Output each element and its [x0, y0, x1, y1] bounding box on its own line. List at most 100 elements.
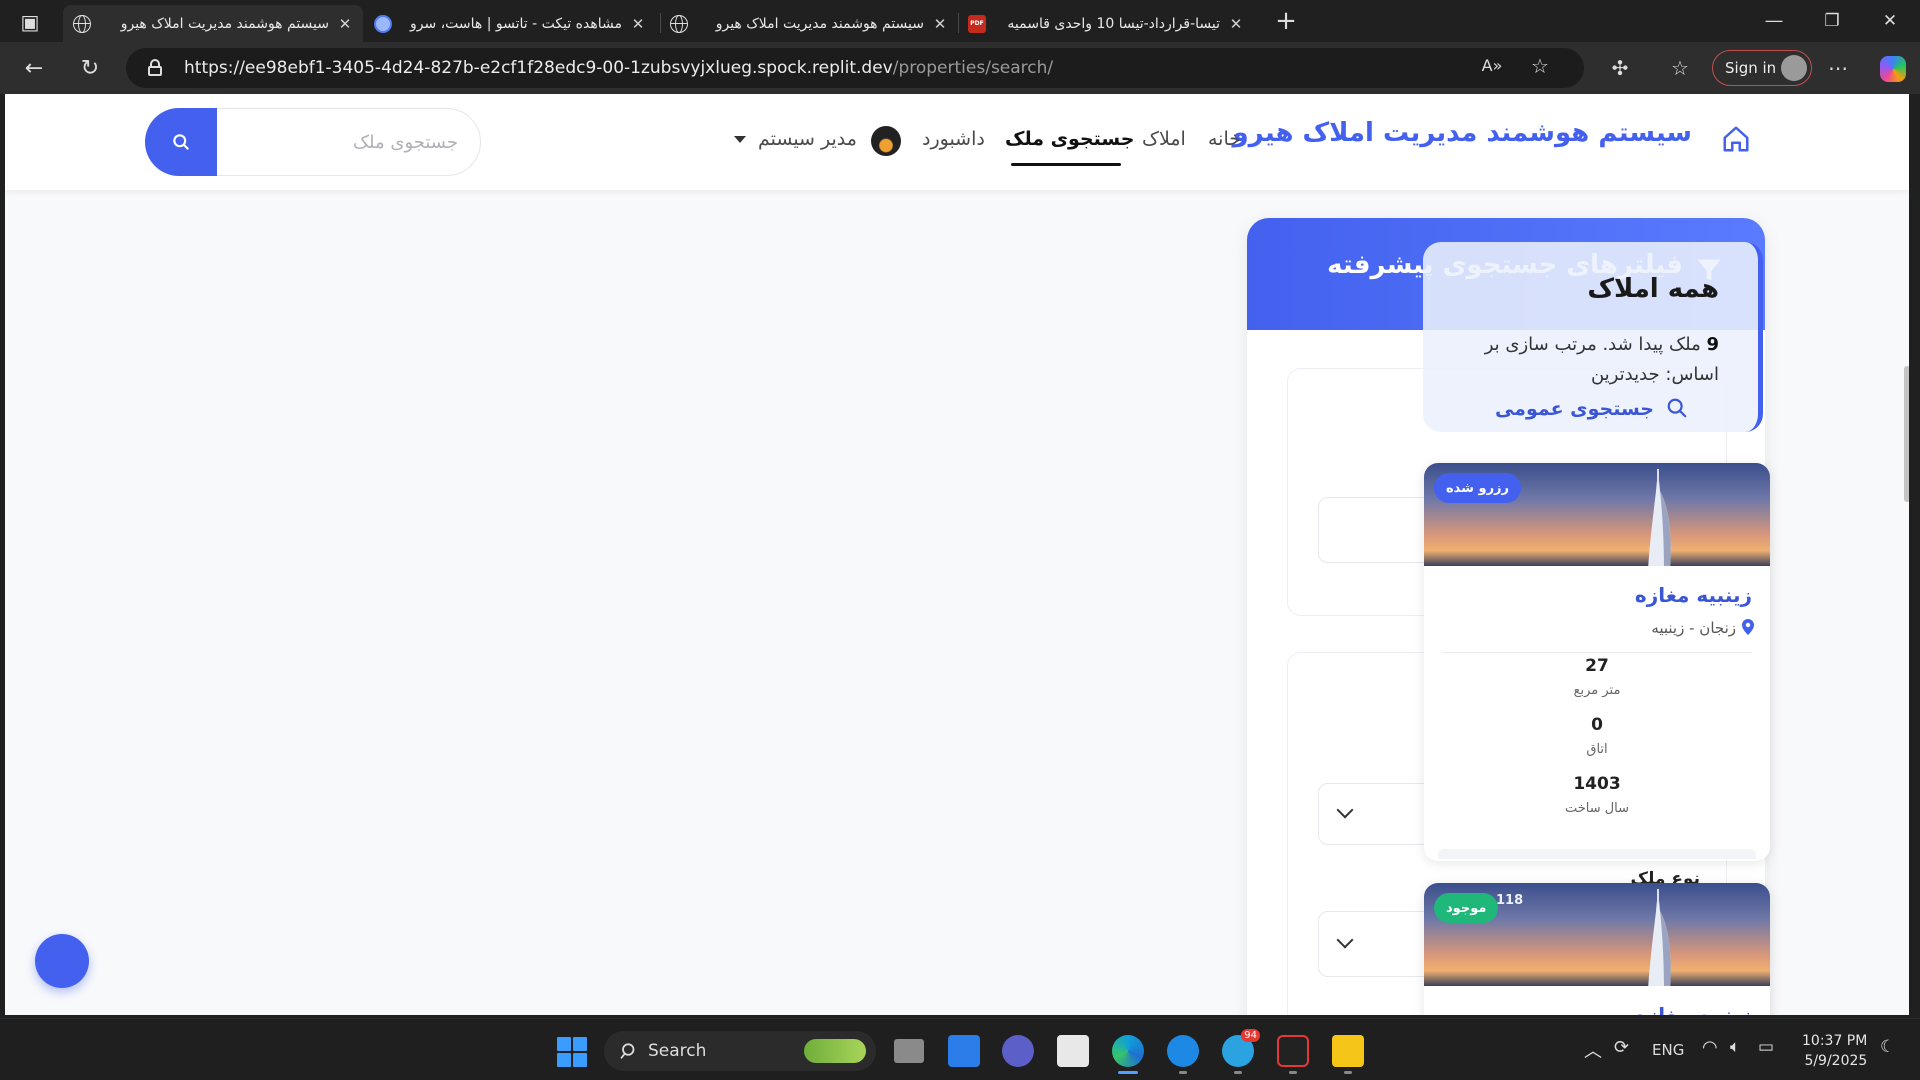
sync-icon[interactable]: ⟳ [1614, 1037, 1629, 1058]
taskbar-search[interactable]: Search [604, 1031, 876, 1071]
nav-dashboard[interactable]: داشبورد [922, 128, 985, 150]
app-indicator [1179, 1071, 1187, 1074]
sign-in-label: Sign in [1725, 59, 1777, 77]
anydesk-icon[interactable] [1277, 1035, 1309, 1067]
property-card[interactable]: 118 موجود زینبیه مغازه [1424, 883, 1770, 1015]
location-pin-icon [1742, 619, 1754, 635]
favorites-icon[interactable]: ☆ [1666, 56, 1694, 80]
app-indicator [1344, 1071, 1352, 1074]
tower-illustration [1648, 889, 1671, 986]
url-main: https://ee98ebf1-3405-4d24-827b-e2cf1f28… [184, 58, 893, 78]
nav-properties[interactable]: املاک [1142, 128, 1186, 150]
globe-icon [73, 14, 91, 33]
address-bar[interactable]: https://ee98ebf1-3405-4d24-827b-e2cf1f28… [126, 48, 1584, 88]
task-view-icon[interactable] [894, 1039, 924, 1063]
site-brand[interactable]: سیستم هوشمند مدیریت املاک هیرو [1233, 118, 1693, 148]
profile-avatar [1781, 55, 1807, 81]
search-button[interactable] [145, 108, 217, 176]
results-count: 9 [1706, 334, 1719, 355]
status-badge: موجود [1434, 893, 1499, 923]
tab-hero-second[interactable]: سیستم هوشمند مدیریت املاک هیرو ✕ [660, 5, 958, 42]
more-menu-icon[interactable]: ⋯ [1824, 56, 1852, 80]
active-app-indicator [1118, 1071, 1138, 1074]
tab-title: تیسا-قرارداد-تیسا 10 واحدی قاسمیه [1007, 15, 1220, 32]
notifications-icon[interactable]: ☾ [1880, 1037, 1895, 1057]
file-explorer-icon[interactable] [1332, 1035, 1364, 1067]
results-header: همه املاک 9 ملک پیدا شد. مرتب سازی بر اس… [1423, 242, 1763, 432]
floating-action-button[interactable] [35, 934, 89, 988]
property-id-chip: 118 [1496, 893, 1524, 908]
close-icon[interactable]: ✕ [337, 15, 353, 33]
chevron-up-icon[interactable]: ︿ [1584, 1037, 1602, 1063]
teams-icon[interactable] [1002, 1035, 1034, 1067]
windows-start-icon[interactable] [557, 1037, 587, 1067]
tab-tatsu-ticket[interactable]: مشاهده تیکت - تاتسو | هاست، سرو ✕ [364, 5, 656, 42]
copilot-icon[interactable] [1880, 56, 1906, 82]
search-icon [620, 1043, 635, 1059]
edge-icon[interactable] [1112, 1035, 1144, 1067]
browser-icon[interactable] [1167, 1035, 1199, 1067]
area-value: 27 [1585, 656, 1609, 676]
minimize-icon[interactable]: ― [1746, 0, 1802, 42]
taskbar-search-label: Search [648, 1041, 707, 1061]
results-title: همه املاک [1587, 274, 1719, 304]
volume-icon[interactable]: 🔈︎ [1730, 1037, 1740, 1057]
nav-home[interactable]: خانه [1208, 128, 1241, 150]
search-input[interactable] [228, 109, 458, 175]
store-icon[interactable] [1057, 1035, 1089, 1067]
property-title[interactable]: زینبیه مغازه [1635, 1003, 1752, 1015]
search-icon [173, 134, 189, 150]
page-scrollbar[interactable] [1904, 366, 1909, 502]
new-tab-icon[interactable]: + [1272, 6, 1300, 36]
dropdown-caret-icon[interactable] [734, 136, 746, 143]
extensions-icon[interactable]: ✣ [1606, 56, 1634, 80]
tab-title: سیستم هوشمند مدیریت املاک هیرو [715, 15, 924, 32]
close-icon[interactable]: ✕ [630, 15, 646, 33]
wifi-icon[interactable]: ◠ [1702, 1037, 1718, 1058]
lock-icon [148, 59, 162, 76]
refresh-icon[interactable]: ↻ [72, 50, 108, 86]
read-aloud-icon[interactable]: A» [1478, 56, 1506, 75]
back-icon[interactable]: ← [16, 50, 52, 86]
tab-hero-active[interactable]: سیستم هوشمند مدیریت املاک هیرو ✕ [63, 5, 363, 42]
nav-property-search[interactable]: جستجوی ملک [1005, 128, 1134, 150]
area-label: متر مربع [1573, 683, 1621, 698]
browser-toolbar: ← ↻ https://ee98ebf1-3405-4d24-827b-e2cf… [0, 42, 1920, 94]
tab-actions-icon[interactable]: ▣ [16, 10, 44, 34]
favorite-star-icon[interactable]: ☆ [1526, 54, 1554, 78]
app-indicator [1234, 1071, 1242, 1074]
tab-pdf-contract[interactable]: PDF تیسا-قرارداد-تیسا 10 واحدی قاسمیه ✕ [958, 5, 1254, 42]
globe-icon [670, 14, 688, 33]
page-viewport: سیستم هوشمند مدیریت املاک هیرو خانه املا… [5, 94, 1909, 1015]
chameleon-icon [804, 1039, 866, 1063]
card-footer [1438, 849, 1756, 859]
user-menu-label[interactable]: مدیر سیستم [758, 128, 857, 150]
user-avatar[interactable] [871, 126, 901, 156]
telegram-icon[interactable]: 94 [1222, 1029, 1260, 1067]
results-summary-text: ملک پیدا شد. مرتب سازی بر اساس: جدیدترین [1484, 334, 1719, 385]
rooms-label: اتاق [1586, 742, 1608, 757]
language-indicator[interactable]: ENG [1652, 1041, 1684, 1059]
close-icon[interactable]: ✕ [932, 15, 948, 33]
battery-icon[interactable]: ▭ [1758, 1037, 1774, 1057]
general-search-link[interactable]: جستجوی عمومی [1495, 398, 1654, 420]
property-image: 118 موجود [1424, 883, 1770, 986]
pdf-icon: PDF [968, 14, 986, 33]
sign-in-button[interactable]: Sign in [1712, 50, 1812, 86]
tab-title: مشاهده تیکت - تاتسو | هاست، سرو [409, 15, 622, 32]
property-image: 9 رزرو شده [1424, 463, 1770, 566]
property-card[interactable]: 9 رزرو شده زینبیه مغازه زنجان - زینبیه 2… [1424, 463, 1770, 861]
system-clock[interactable]: 10:37 PM 5/9/2025 [1802, 1031, 1867, 1071]
restore-icon[interactable]: ❐ [1804, 0, 1860, 42]
close-window-icon[interactable]: ✕ [1862, 0, 1918, 42]
close-icon[interactable]: ✕ [1228, 15, 1244, 33]
active-nav-indicator [1011, 163, 1121, 166]
property-title[interactable]: زینبیه مغازه [1635, 583, 1752, 607]
home-icon[interactable] [1721, 124, 1751, 154]
app-indicator [1289, 1071, 1297, 1074]
widgets-icon[interactable] [948, 1035, 980, 1067]
browser-tab-bar: ▣ سیستم هوشمند مدیریت املاک هیرو ✕ مشاهد… [0, 0, 1920, 42]
header-search [145, 108, 481, 176]
windows-taskbar: Search 94 ︿ ⟳ ENG ◠ 🔈︎ ▭ 10:37 PM 5/9/20… [0, 1018, 1920, 1080]
year-built-value: 1403 [1573, 774, 1621, 794]
